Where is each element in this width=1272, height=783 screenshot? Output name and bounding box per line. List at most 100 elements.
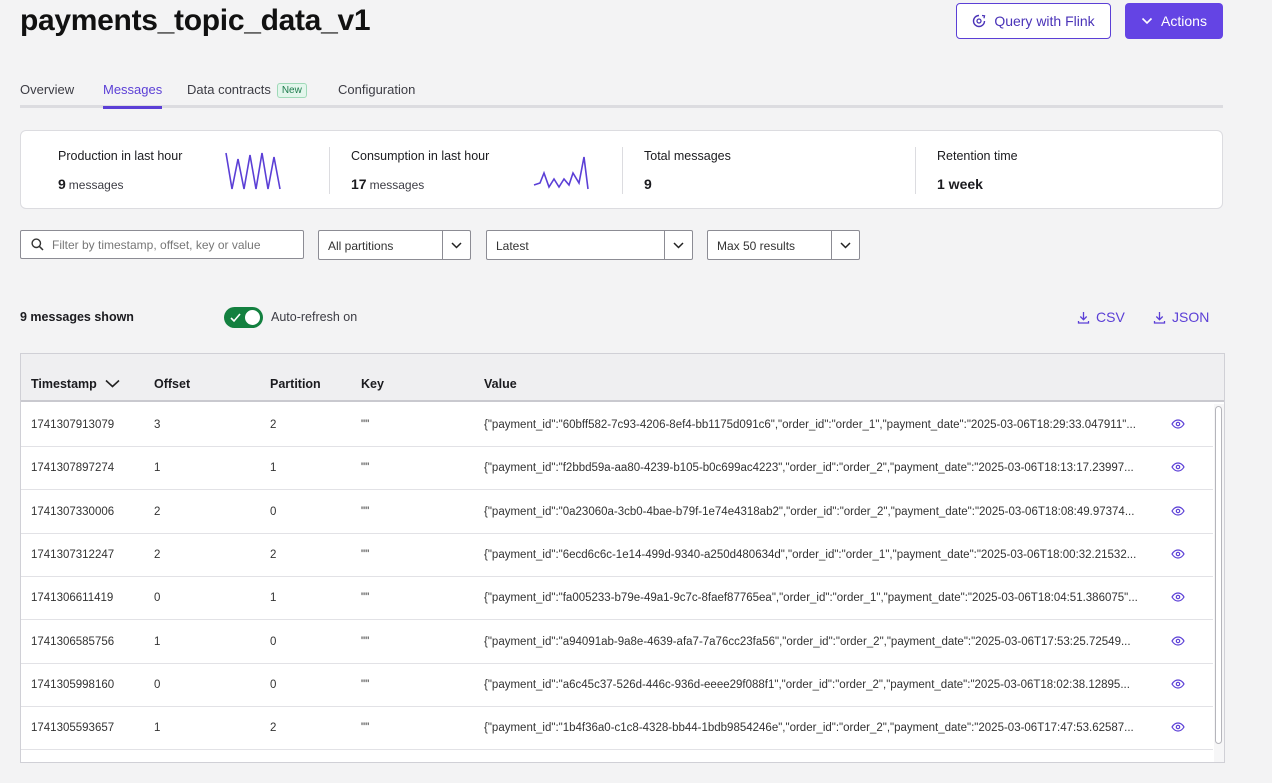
auto-refresh-toggle[interactable] (224, 307, 263, 328)
tab-overview[interactable]: Overview (20, 82, 74, 107)
eye-icon[interactable] (1171, 462, 1185, 472)
production-label: Production in last hour (58, 149, 183, 163)
column-timestamp[interactable]: Timestamp (31, 377, 120, 391)
cell-offset: 3 (154, 419, 161, 431)
auto-refresh-label: Auto-refresh on (271, 310, 358, 324)
position-select[interactable]: Latest (486, 230, 693, 260)
cell-offset: 1 (154, 635, 161, 648)
messages-table: Timestamp Offset Partition Key Value 174… (20, 353, 1225, 763)
cell-value: {"payment_id":"6ecd6c6c-1e14-499d-9340-a… (484, 548, 1137, 561)
stat-divider (915, 147, 916, 194)
total-messages-value: 9 (644, 176, 652, 192)
stat-divider (622, 147, 623, 194)
cell-key: "" (361, 462, 370, 475)
eye-icon[interactable] (1171, 679, 1185, 689)
eye-icon[interactable] (1171, 635, 1185, 646)
actions-button[interactable]: Actions (1125, 3, 1223, 39)
chevron-down-icon (840, 241, 851, 249)
table-row[interactable]: 1741306611419 0 1 "" {"payment_id":"fa005233… (21, 577, 1213, 621)
flink-icon (973, 14, 986, 28)
query-with-flink-label: Query with Flink (994, 13, 1095, 29)
production-unit: messages (68, 178, 124, 192)
cell-value: {"payment_id":"fa005233-b79e-49a1-9c7c-8… (484, 592, 1138, 605)
table-row[interactable]: 1741307330006 2 0 "" {"payment_id":"0a23060a… (21, 491, 1213, 534)
cell-value: {"payment_id":"60bff582-7c93-4206-8ef4-b… (484, 419, 1136, 431)
cell-timestamp: 1741305998160 (31, 678, 115, 691)
sort-desc-icon (105, 379, 120, 388)
cell-partition: 1 (270, 462, 277, 475)
table-header: Timestamp Offset Partition Key Value (21, 354, 1224, 402)
tab-data-contracts[interactable]: Data contracts New (187, 82, 307, 108)
table-row[interactable]: 1741305593657 1 2 "" {"payment_id":"1b4f36a0… (21, 707, 1213, 751)
cell-value: {"payment_id":"1b4f36a0-c1c8-4328-bb44-1… (484, 722, 1134, 735)
topic-stats-panel: Production in last hour 9 messages Consum… (20, 130, 1223, 209)
cell-value: {"payment_id":"f2bbd59a-aa80-4239-b105-b… (484, 462, 1134, 475)
search-icon (31, 238, 44, 251)
messages-shown-count: 9 messages shown (20, 310, 134, 324)
cell-offset: 0 (154, 678, 161, 691)
cell-partition: 0 (270, 635, 277, 648)
cell-offset: 2 (154, 548, 161, 561)
column-value: Value (484, 377, 517, 391)
cell-timestamp: 1741305593657 (31, 722, 115, 735)
cell-timestamp: 1741306585756 (31, 635, 115, 648)
cell-partition: 0 (270, 505, 277, 518)
max-results-select[interactable]: Max 50 results (707, 230, 860, 260)
cell-timestamp: 1741307897274 (31, 462, 115, 475)
download-csv-button[interactable]: CSV (1077, 309, 1125, 325)
tab-messages[interactable]: Messages (103, 82, 163, 109)
stat-divider (329, 147, 330, 194)
eye-icon[interactable] (1171, 549, 1185, 559)
cell-offset: 1 (154, 722, 161, 735)
eye-icon[interactable] (1171, 722, 1185, 732)
cell-key: "" (361, 505, 370, 518)
cell-key: "" (361, 722, 370, 735)
cell-timestamp: 1741307312247 (31, 548, 115, 561)
chevron-down-icon (673, 241, 684, 249)
table-scrollbar-thumb[interactable] (1215, 406, 1222, 744)
production-sparkline (225, 152, 281, 190)
table-row[interactable]: 1741307913079 3 2 "" {"payment_id":"60bff582… (21, 404, 1213, 447)
cell-offset: 0 (154, 592, 161, 605)
table-row[interactable]: 1741307897274 1 1 "" {"payment_id":"f2bbd59a… (21, 447, 1213, 491)
consumption-count: 17 (351, 176, 367, 192)
table-row[interactable]: 1741305998160 0 0 "" {"payment_id":"a6c45c37… (21, 664, 1213, 707)
eye-icon[interactable] (1171, 505, 1185, 516)
download-json-button[interactable]: JSON (1153, 309, 1209, 325)
download-icon (1077, 311, 1090, 324)
cell-key: "" (361, 592, 370, 605)
column-offset: Offset (154, 377, 191, 391)
table-scrollbar[interactable] (1214, 404, 1224, 762)
retention-label: Retention time (937, 149, 1018, 163)
cell-partition: 0 (270, 678, 277, 691)
cell-partition: 2 (270, 722, 277, 735)
chevron-down-icon (1141, 17, 1153, 25)
actions-label: Actions (1161, 13, 1207, 29)
download-csv-label: CSV (1096, 309, 1125, 325)
cell-partition: 2 (270, 419, 277, 431)
cell-timestamp: 1741306611419 (31, 592, 114, 605)
tab-overview-label: Overview (20, 82, 75, 97)
consumption-label: Consumption in last hour (351, 149, 490, 163)
search-input[interactable] (52, 237, 292, 252)
eye-icon[interactable] (1171, 419, 1185, 429)
eye-icon[interactable] (1171, 592, 1185, 602)
column-key: Key (361, 377, 384, 391)
tab-configuration-label: Configuration (338, 82, 416, 97)
download-json-label: JSON (1172, 309, 1210, 325)
tab-configuration[interactable]: Configuration (338, 82, 415, 107)
query-with-flink-button[interactable]: Query with Flink (956, 3, 1111, 39)
cell-key: "" (361, 419, 370, 431)
table-row[interactable]: 1741307312247 2 2 "" {"payment_id":"6ecd6c6c… (21, 534, 1213, 577)
download-icon (1153, 311, 1166, 324)
column-timestamp-label: Timestamp (31, 377, 97, 391)
cell-key: "" (361, 635, 370, 648)
cell-timestamp: 1741307330006 (31, 505, 115, 518)
table-row[interactable]: 1741306585756 1 0 "" {"payment_id":"a94091ab… (21, 621, 1213, 664)
cell-value: {"payment_id":"0a23060a-3cb0-4bae-b79f-1… (484, 505, 1135, 518)
partition-select[interactable]: All partitions (318, 230, 471, 260)
consumption-unit: messages (369, 178, 425, 192)
production-value: 9 messages (58, 176, 124, 192)
cell-offset: 2 (154, 505, 161, 518)
consumption-sparkline (533, 156, 589, 190)
